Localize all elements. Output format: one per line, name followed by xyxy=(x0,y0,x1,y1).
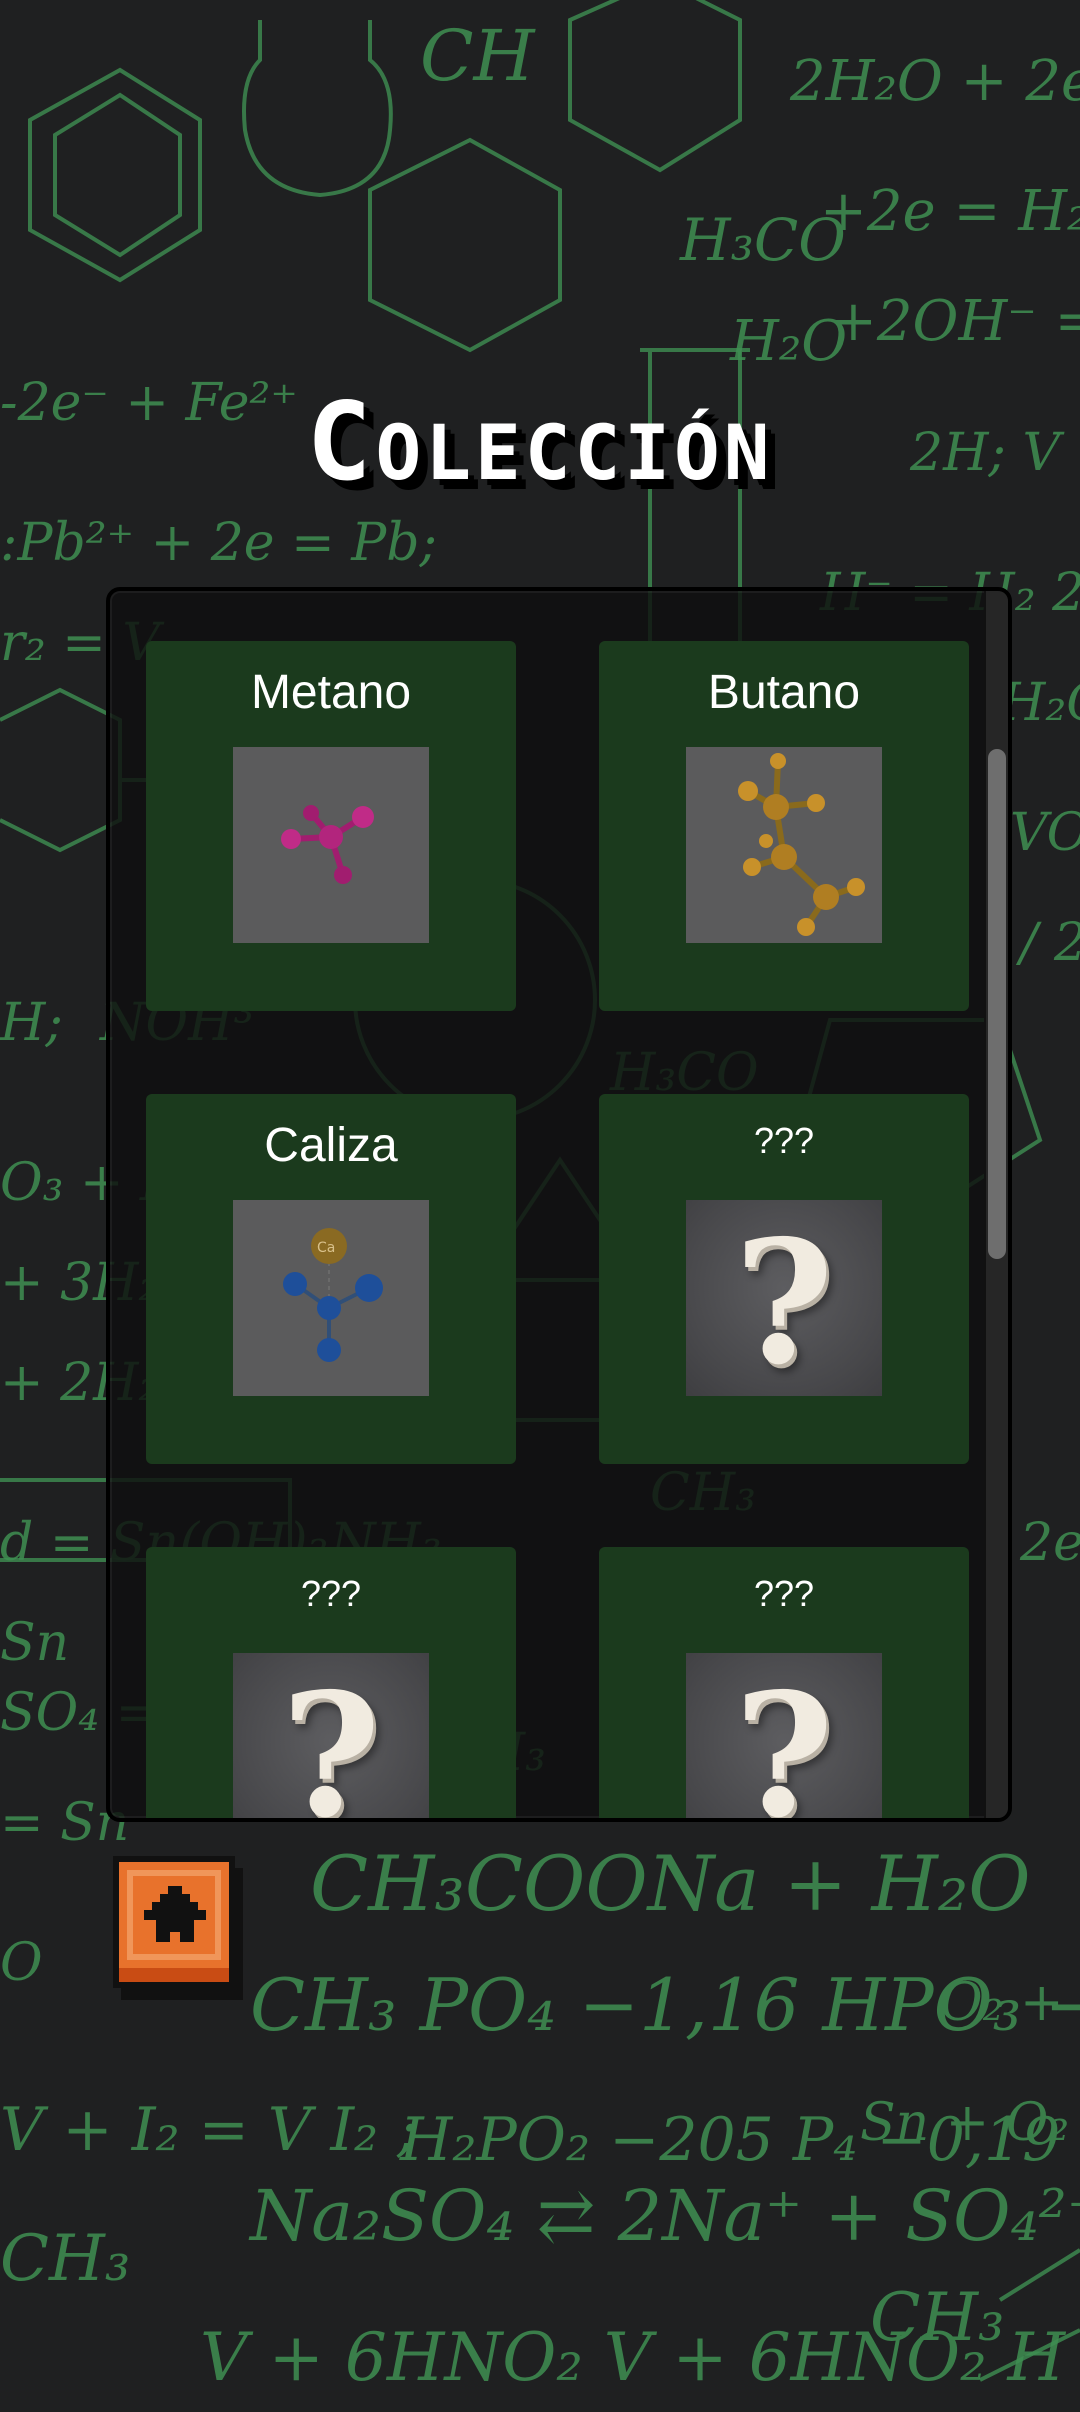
collection-card-locked[interactable]: ??? ? xyxy=(146,1547,516,1822)
page-title: Colección xyxy=(306,380,774,505)
card-image: ? xyxy=(233,1653,429,1822)
card-image xyxy=(686,747,882,943)
home-button[interactable] xyxy=(113,1856,243,2000)
svg-text:Sn: Sn xyxy=(0,1613,69,1673)
svg-text:/ 2: / 2 xyxy=(1015,913,1080,973)
svg-text:+2OH⁻ = Sn: +2OH⁻ = Sn xyxy=(830,289,1080,354)
card-image: ? xyxy=(686,1200,882,1396)
svg-text:CH₃COONa + H₂O: CH₃COONa + H₂O xyxy=(310,1839,1031,1928)
svg-text:VO₂: VO₂ xyxy=(1010,803,1080,863)
svg-text:2e⁻: 2e⁻ xyxy=(1019,1513,1080,1573)
collection-card-metano[interactable]: Metano xyxy=(146,641,516,1011)
question-mark-icon: ? xyxy=(734,1203,834,1396)
card-name: Butano xyxy=(707,666,861,719)
card-image: Ca xyxy=(233,1200,429,1396)
collection-card-locked[interactable]: ??? ? xyxy=(599,1094,969,1464)
card-image xyxy=(233,747,429,943)
svg-text:CH: CH xyxy=(420,15,537,97)
question-mark-icon: ? xyxy=(281,1656,381,1822)
scrollbar[interactable] xyxy=(984,591,1008,1818)
svg-text::Pb²⁺ + 2e = Pb;: :Pb²⁺ + 2e = Pb; xyxy=(0,513,437,573)
collection-card-butano[interactable]: Butano xyxy=(599,641,969,1011)
scrollbar-thumb[interactable] xyxy=(988,749,1006,1259)
collection-card-caliza[interactable]: Caliza Ca xyxy=(146,1094,516,1464)
svg-text:O₂ + 2H₂: O₂ + 2H₂ xyxy=(940,1973,1080,2033)
card-name: Metano xyxy=(250,666,412,719)
collection-panel[interactable]: Metano Butano Caliza Ca ??? ? ??? ? ??? … xyxy=(106,587,1012,1822)
svg-text:Na₂SO₄ ⇄ 2Na⁺ + SO₄²⁻: Na₂SO₄ ⇄ 2Na⁺ + SO₄²⁻ xyxy=(248,2175,1080,2257)
svg-text:V + I₂ = V I₂ ;: V + I₂ = V I₂ ; xyxy=(0,2095,417,2165)
metano-molecule-icon xyxy=(281,805,374,884)
collection-card-locked[interactable]: ??? ? xyxy=(599,1547,969,1822)
card-name: Caliza xyxy=(264,1119,398,1172)
home-icon xyxy=(113,1856,243,2000)
caliza-molecule-icon: Ca xyxy=(283,1228,383,1362)
svg-text:O: O xyxy=(0,1933,43,1993)
butano-molecule-icon xyxy=(738,753,865,936)
svg-text:Sn + O₂ + 2H: Sn + O₂ + 2H xyxy=(860,2093,1080,2153)
svg-text:CH₃: CH₃ xyxy=(870,2279,1005,2356)
question-mark-icon: ? xyxy=(734,1656,834,1822)
svg-text:2H₂O + 2e⁻ = H: 2H₂O + 2e⁻ = H xyxy=(789,49,1080,114)
card-image: ? xyxy=(686,1653,882,1822)
card-name: ??? xyxy=(300,1573,362,1614)
card-name: ??? xyxy=(753,1120,815,1161)
svg-text:Ca: Ca xyxy=(317,1240,335,1256)
svg-text:+2e = H₂↑ +: +2e = H₂↑ + xyxy=(820,179,1080,244)
svg-text:H;: H; xyxy=(0,993,63,1053)
svg-text:CH₃: CH₃ xyxy=(0,2222,130,2296)
card-name: ??? xyxy=(753,1573,815,1614)
